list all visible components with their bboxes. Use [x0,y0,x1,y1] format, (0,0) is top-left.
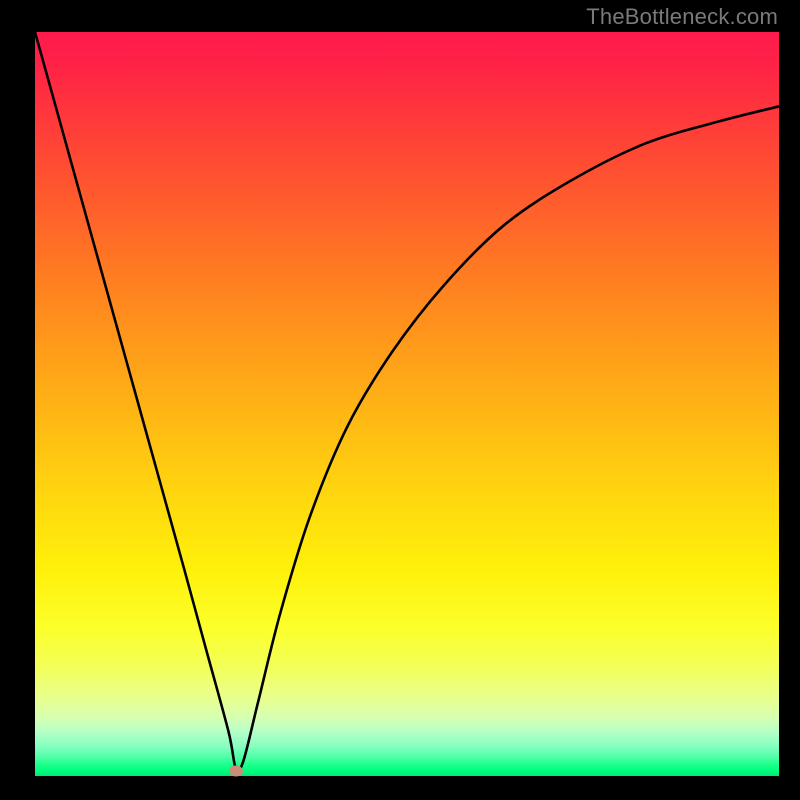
curve-svg [35,32,779,776]
plot-area [35,32,779,776]
optimum-marker [229,765,243,776]
bottleneck-curve [35,32,779,771]
chart-frame: TheBottleneck.com [0,0,800,800]
watermark-text: TheBottleneck.com [586,4,778,30]
